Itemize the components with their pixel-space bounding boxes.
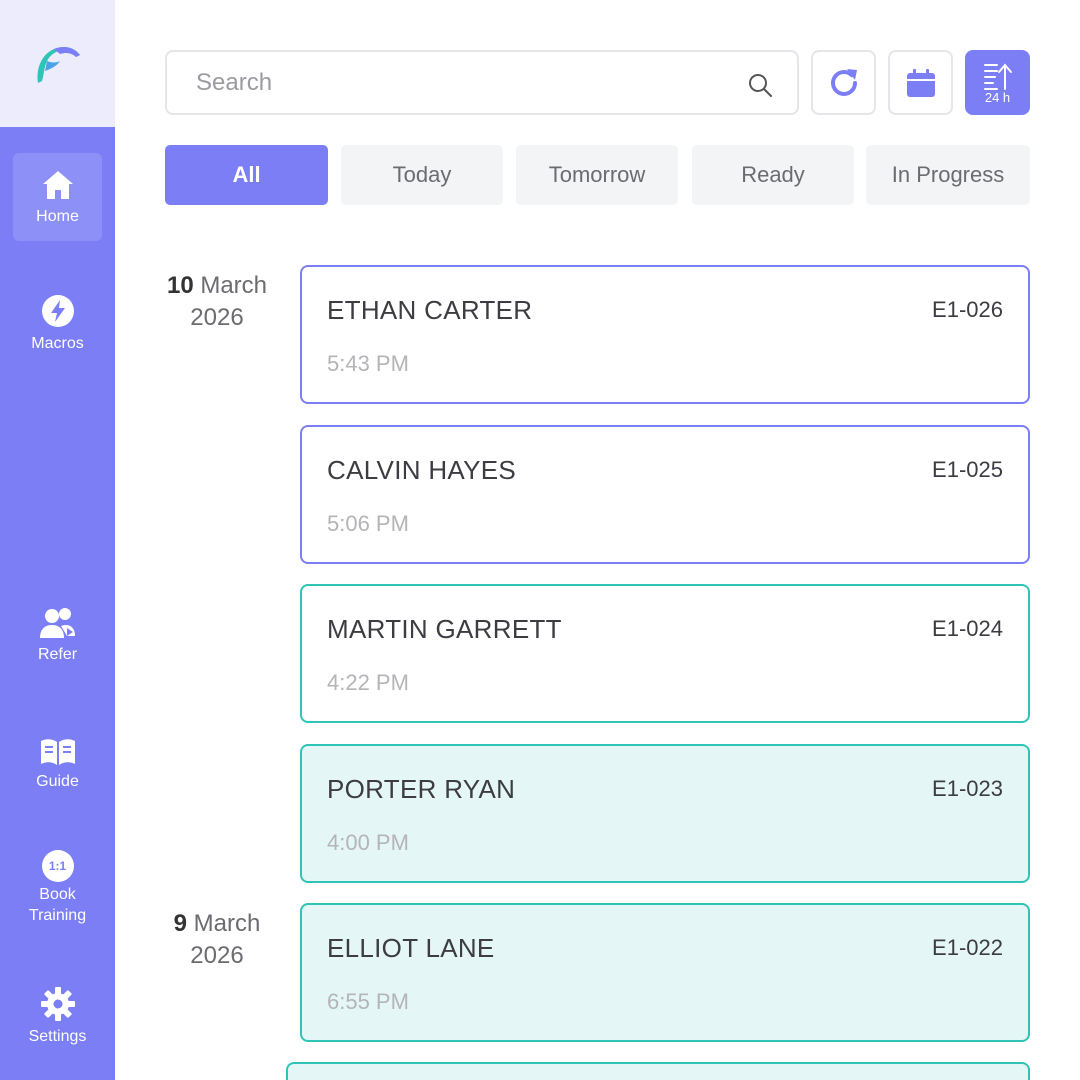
tab-all[interactable]: All (165, 145, 328, 205)
lightning-icon (41, 295, 74, 327)
date-header: 10 March 2026 (166, 272, 268, 331)
one-on-one-icon: 1:1 (41, 850, 74, 882)
book-icon (40, 739, 75, 765)
sidebar-item-label: Settings (28, 1028, 87, 1045)
order-code: E1-025 (932, 457, 1003, 482)
search-icon[interactable] (747, 72, 773, 98)
search-input[interactable] (167, 68, 727, 97)
order-time: 4:22 PM (327, 670, 409, 695)
sidebar: Home Macros Refer Guide 1:1 Book Trainin (0, 0, 115, 1080)
order-code: E1-024 (932, 616, 1003, 641)
gear-icon (40, 987, 75, 1021)
sidebar-item-label: Refer (37, 646, 78, 663)
customer-name: ETHAN CARTER (327, 295, 533, 325)
order-code: E1-022 (932, 935, 1003, 960)
sort-24h-button[interactable]: 24 h (965, 50, 1030, 115)
order-code: E1-023 (932, 776, 1003, 801)
customer-name: MARTIN GARRETT (327, 614, 562, 644)
customer-name: CALVIN HAYES (327, 455, 517, 485)
order-code: E1-026 (932, 297, 1003, 322)
sidebar-item-settings[interactable]: Settings (13, 986, 102, 1048)
sidebar-item-book-training[interactable]: 1:1 Book Training (13, 850, 102, 930)
sidebar-item-label: Guide (36, 773, 79, 790)
dolphin-logo-icon (37, 46, 80, 83)
order-card[interactable]: PORTER RYAN E1-023 4:00 PM (300, 744, 1030, 883)
sidebar-item-refer[interactable]: Refer (13, 606, 102, 670)
tab-tomorrow[interactable]: Tomorrow (516, 145, 678, 205)
sidebar-item-home[interactable]: Home (13, 153, 102, 241)
calendar-button[interactable] (888, 50, 953, 115)
order-card[interactable]: ELLIOT LANE E1-022 6:55 PM (300, 903, 1030, 1042)
search-box[interactable] (165, 50, 799, 115)
tab-in-progress[interactable]: In Progress (866, 145, 1030, 205)
date-header: 9 March 2026 (173, 910, 261, 969)
sidebar-item-macros[interactable]: Macros (13, 293, 102, 357)
sidebar-item-guide[interactable]: Guide (13, 737, 102, 797)
order-card[interactable] (286, 1062, 1030, 1080)
home-icon (42, 170, 73, 199)
order-time: 5:06 PM (327, 511, 409, 536)
order-card[interactable]: MARTIN GARRETT E1-024 4:22 PM (300, 584, 1030, 723)
order-card[interactable]: ETHAN CARTER E1-026 5:43 PM (300, 265, 1030, 404)
sidebar-item-label: Book Training (28, 886, 87, 924)
order-time: 4:00 PM (327, 830, 409, 855)
tab-today[interactable]: Today (341, 145, 503, 205)
calendar-icon (906, 68, 935, 97)
sort-24h-label: 24 h (984, 89, 1011, 105)
customer-name: ELLIOT LANE (327, 933, 495, 963)
order-time: 5:43 PM (327, 351, 409, 376)
order-time: 6:55 PM (327, 989, 409, 1014)
app-logo[interactable] (0, 0, 115, 127)
refresh-icon (830, 68, 857, 96)
customer-name: PORTER RYAN (327, 774, 516, 804)
sort-up-icon (983, 62, 1012, 90)
users-icon (39, 608, 75, 638)
order-card[interactable]: CALVIN HAYES E1-025 5:06 PM (300, 425, 1030, 564)
tab-ready[interactable]: Ready (692, 145, 854, 205)
sidebar-item-label: Macros (31, 335, 84, 352)
refresh-button[interactable] (811, 50, 876, 115)
sidebar-item-label: Home (36, 207, 79, 225)
